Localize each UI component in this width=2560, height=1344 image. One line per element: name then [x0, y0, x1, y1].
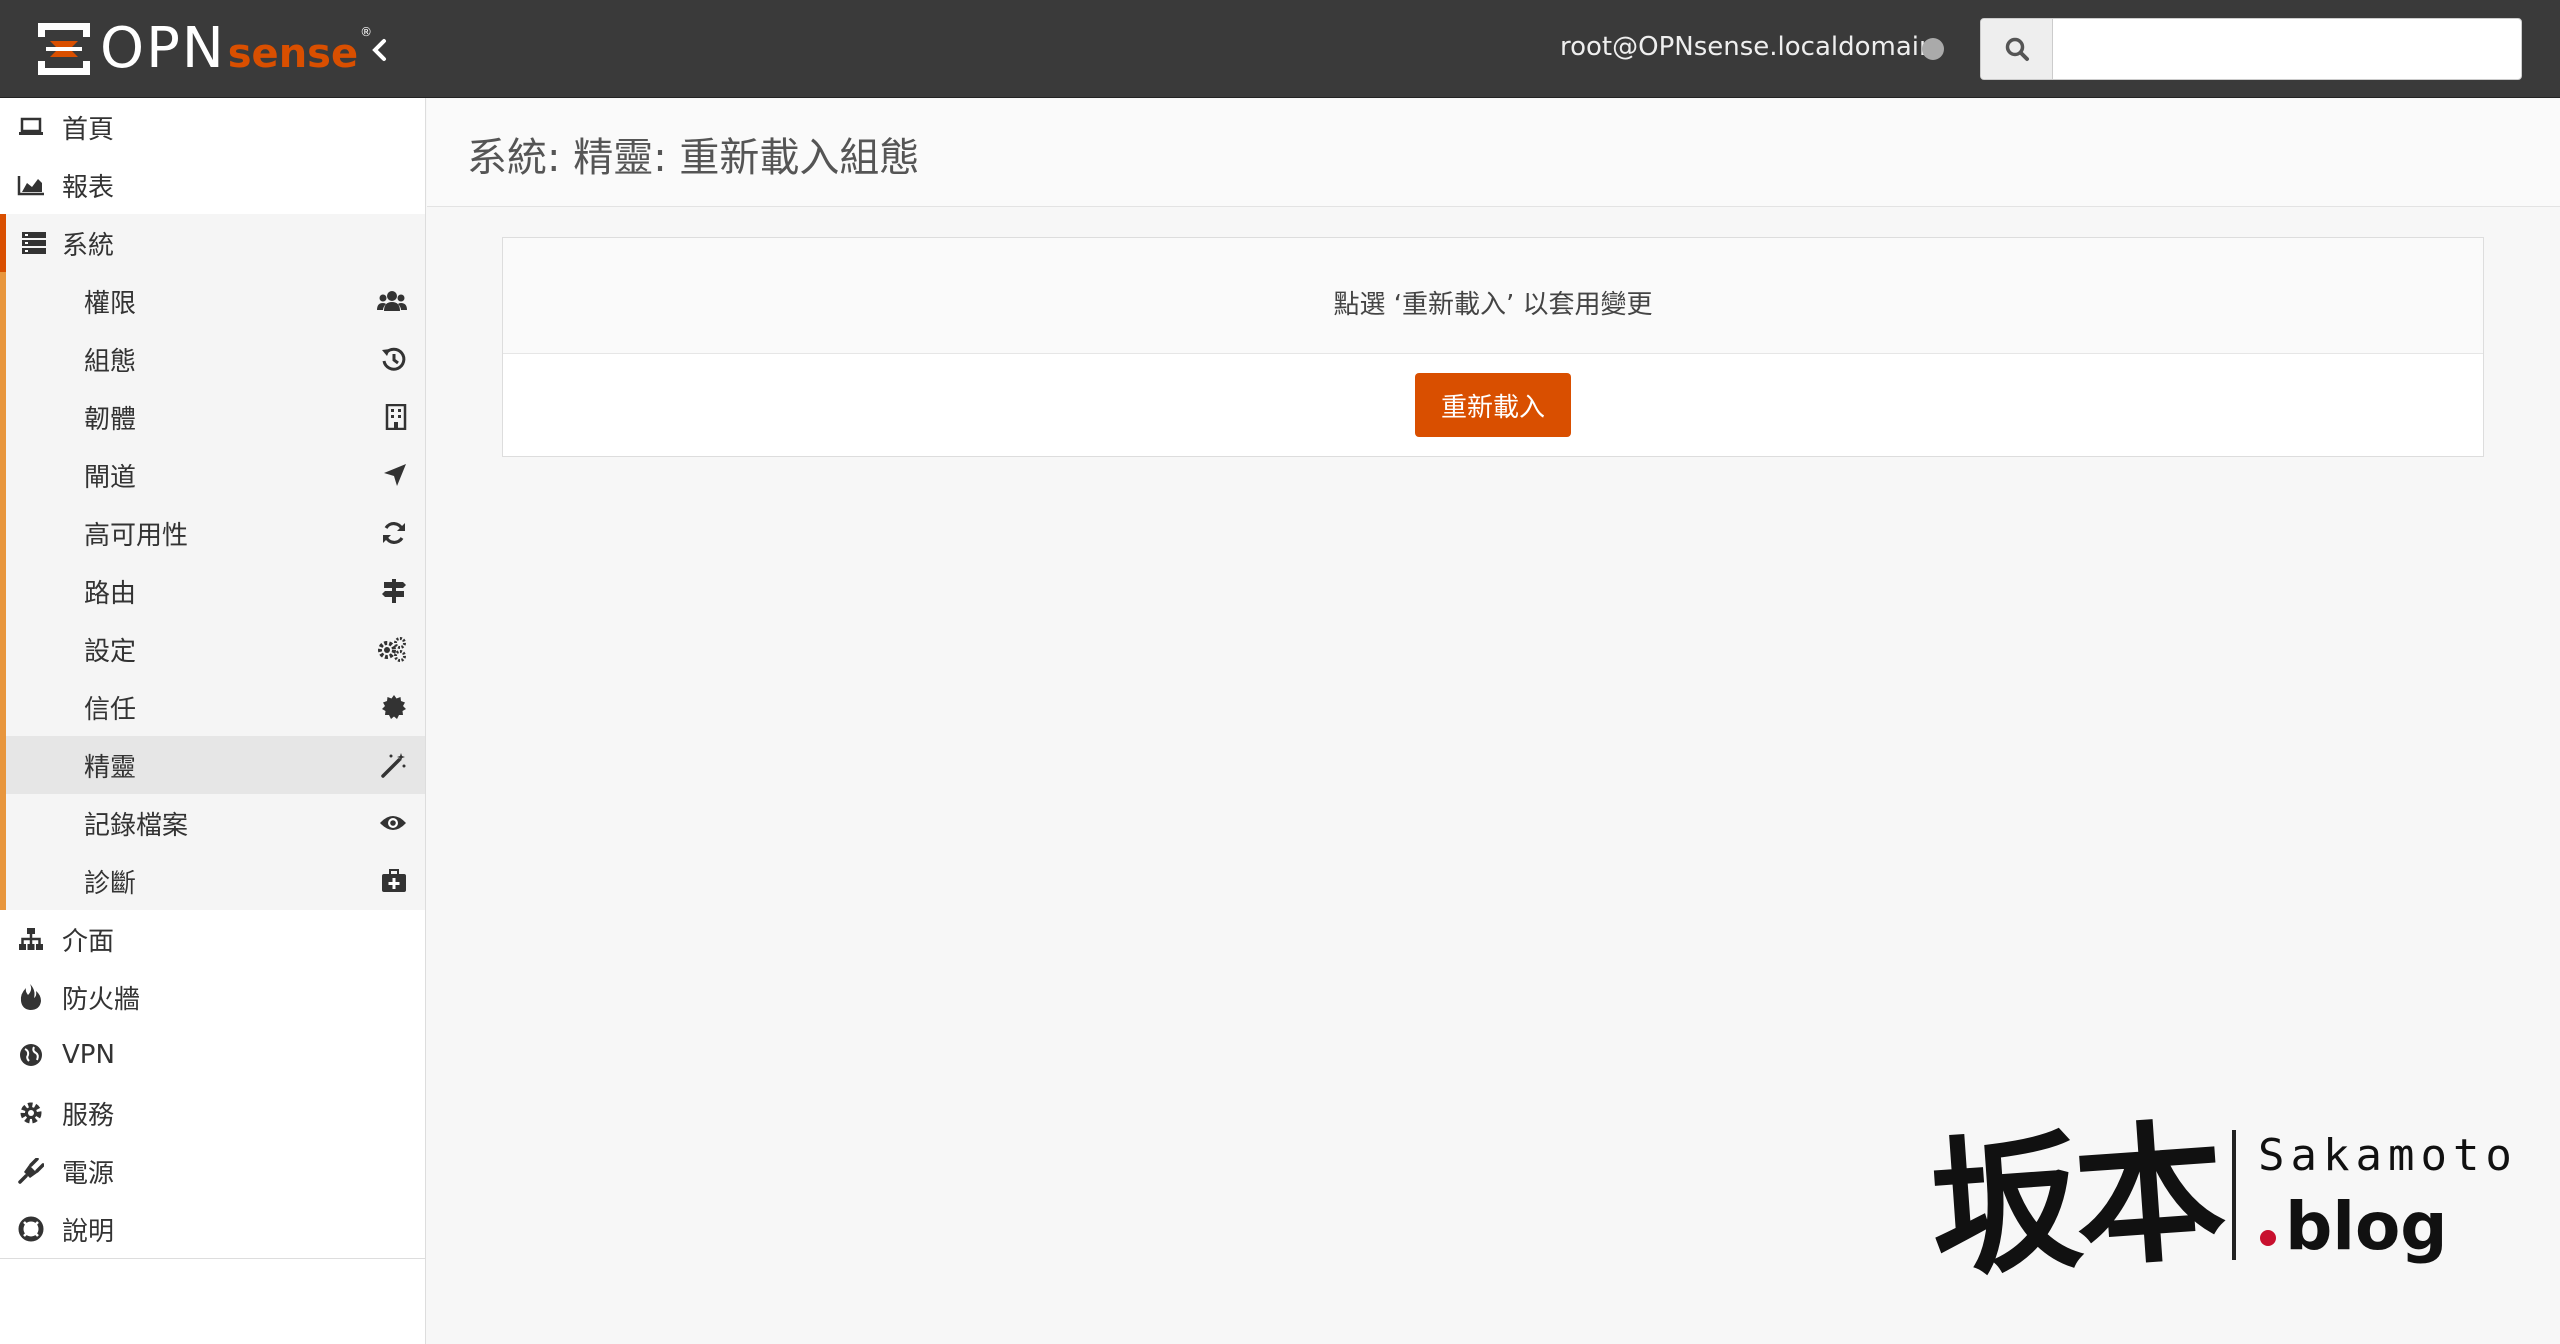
nav-item-reports[interactable]: 報表	[0, 156, 425, 214]
refresh-icon	[381, 504, 407, 562]
current-user[interactable]: root@OPNsense.localdomain	[1560, 32, 1936, 62]
nav-item-vpn[interactable]: VPN	[0, 1026, 425, 1084]
watermark-blog-text: blog	[2285, 1188, 2448, 1265]
sitemap-icon	[0, 927, 62, 951]
nav-item-label: VPN	[62, 1040, 115, 1070]
plug-icon	[0, 1158, 62, 1184]
sidebar-item-firmware[interactable]: 韌體	[6, 388, 425, 446]
cogs-icon	[377, 620, 407, 678]
sub-item-label: 高可用性	[84, 520, 189, 551]
magic-wand-icon	[381, 736, 407, 794]
sub-item-label: 信任	[84, 694, 137, 725]
certificate-icon	[381, 678, 407, 736]
sidebar-item-routes[interactable]: 路由	[6, 562, 425, 620]
nav-item-label: 防火牆	[62, 984, 141, 1015]
sub-item-label: 診斷	[84, 868, 137, 899]
nav-item-interfaces[interactable]: 介面	[0, 910, 425, 968]
sub-item-label: 權限	[84, 288, 137, 319]
area-chart-icon	[0, 174, 62, 196]
top-bar: OPN sense ® root@OPNsense.localdomain	[0, 0, 2560, 98]
nav-item-label: 服務	[62, 1100, 115, 1131]
reload-message-row: 點選 ‘重新載入’ 以套用變更	[503, 238, 2483, 354]
sub-item-label: 韌體	[84, 404, 137, 435]
sidebar-item-log-files[interactable]: 記錄檔案	[6, 794, 425, 852]
sub-item-label: 閘道	[84, 462, 137, 493]
fire-icon	[0, 983, 62, 1011]
search-input[interactable]	[2053, 19, 2521, 79]
nav-item-label: 首頁	[62, 114, 115, 145]
sub-item-label: 設定	[84, 636, 137, 667]
watermark-blog: .blog	[2260, 1188, 2448, 1265]
sidebar-item-wizard[interactable]: 精靈	[6, 736, 425, 794]
search-box	[1980, 18, 2522, 80]
page-title: 系統: 精靈: 重新載入組態	[467, 135, 920, 181]
nav-item-home[interactable]: 首頁	[0, 98, 425, 156]
status-indicator-icon[interactable]	[1922, 38, 1944, 60]
nav-item-system[interactable]: 系統	[0, 214, 425, 272]
nav-item-label: 電源	[62, 1158, 115, 1189]
reload-button[interactable]: 重新載入	[1415, 373, 1571, 437]
nav-item-label: 介面	[62, 926, 115, 957]
nav-item-label: 報表	[62, 172, 115, 203]
location-arrow-icon	[383, 446, 407, 504]
eye-icon	[379, 794, 407, 852]
sidebar-item-trust[interactable]: 信任	[6, 678, 425, 736]
watermark-divider	[2232, 1130, 2236, 1260]
watermark-name: Sakamoto	[2258, 1130, 2518, 1181]
system-submenu: 權限 組態 韌體 閘道 高可用性 路由 設定 信任 精靈 記錄檔案 診斷	[0, 272, 425, 910]
building-icon	[385, 388, 407, 446]
medkit-icon	[381, 852, 407, 910]
laptop-icon	[0, 117, 62, 137]
nav-item-power[interactable]: 電源	[0, 1142, 425, 1200]
sidebar-bottom-group: 介面 防火牆 VPN 服務 電源 說明	[0, 910, 425, 1259]
search-icon	[1981, 19, 2053, 79]
opnsense-logo-mark	[38, 23, 90, 75]
sidebar: 首頁 報表 系統 權限 組態 韌體 閘道 高可用性 路由 設定 信任 精靈 記錄…	[0, 98, 426, 1344]
cog-icon	[0, 1101, 62, 1125]
nav-item-help[interactable]: 說明	[0, 1200, 425, 1258]
nav-item-label: 說明	[62, 1216, 115, 1247]
sidebar-item-diagnostics[interactable]: 診斷	[6, 852, 425, 910]
sub-item-label: 記錄檔案	[84, 810, 189, 841]
life-ring-icon	[0, 1216, 62, 1242]
sidebar-item-gateways[interactable]: 閘道	[6, 446, 425, 504]
opnsense-logo[interactable]: OPN sense ®	[36, 18, 372, 80]
watermark-logo: 坂本 Sakamoto .blog	[1925, 1080, 2512, 1300]
globe-icon	[0, 1043, 62, 1067]
watermark-kanji: 坂本	[1925, 1103, 2225, 1299]
reload-message: 點選 ‘重新載入’ 以套用變更	[1333, 290, 1653, 320]
logo-opn-text: OPN	[100, 16, 226, 81]
sub-item-label: 精靈	[84, 752, 137, 783]
reload-button-row: 重新載入	[503, 354, 2483, 456]
map-signs-icon	[381, 562, 407, 620]
sidebar-item-configuration[interactable]: 組態	[6, 330, 425, 388]
nav-item-firewall[interactable]: 防火牆	[0, 968, 425, 1026]
nav-item-services[interactable]: 服務	[0, 1084, 425, 1142]
history-icon	[381, 330, 407, 388]
nav-item-label: 系統	[62, 230, 115, 261]
sidebar-item-high-availability[interactable]: 高可用性	[6, 504, 425, 562]
server-icon	[6, 231, 62, 255]
sidebar-item-access[interactable]: 權限	[6, 272, 425, 330]
reload-panel: 點選 ‘重新載入’ 以套用變更 重新載入	[502, 237, 2484, 457]
sidebar-item-settings[interactable]: 設定	[6, 620, 425, 678]
sub-item-label: 路由	[84, 578, 137, 609]
collapse-sidebar-button[interactable]	[366, 36, 394, 64]
users-icon	[377, 272, 407, 330]
chevron-left-icon	[372, 39, 386, 61]
sub-item-label: 組態	[84, 346, 137, 377]
logo-sense-text: sense	[227, 31, 359, 77]
page-header: 系統: 精靈: 重新載入組態	[427, 99, 2560, 207]
